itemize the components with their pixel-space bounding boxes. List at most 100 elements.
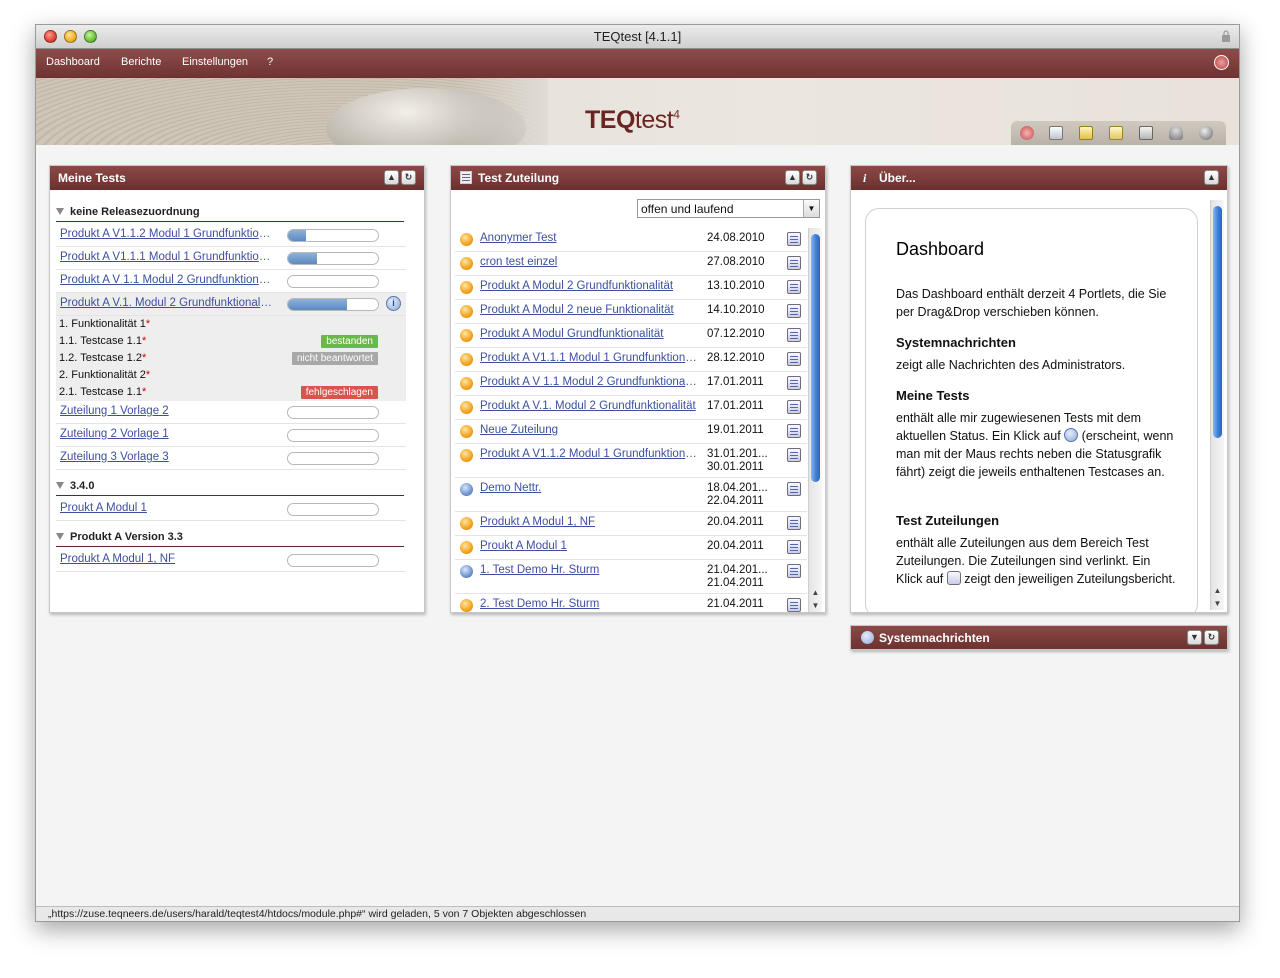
- report-icon[interactable]: [787, 376, 801, 390]
- status-planned-icon: [460, 483, 473, 496]
- expand-triangle-icon: [56, 533, 64, 540]
- section-title: Systemnachrichten: [896, 335, 1016, 350]
- portlet-header[interactable]: Systemnachrichten ▼ ↻: [851, 626, 1227, 649]
- zuteilung-date: 13.10.2010: [707, 280, 765, 292]
- globe-icon[interactable]: [1199, 126, 1213, 140]
- portlet-header[interactable]: i Über... ▲: [851, 166, 1227, 190]
- zuteilung-link[interactable]: 2. Test Demo Hr. Sturm: [480, 598, 697, 610]
- info-icon[interactable]: i: [386, 296, 401, 311]
- test-link[interactable]: Produkt A V.1. Modul 2 Grundfunktionalit…: [60, 297, 274, 309]
- report-icon[interactable]: [787, 564, 801, 578]
- report-icon[interactable]: [787, 516, 801, 530]
- zuteilung-link[interactable]: Produkt A Modul Grundfunktionalität: [480, 328, 697, 340]
- report-icon[interactable]: [787, 280, 801, 294]
- folder-icon[interactable]: [1079, 126, 1093, 140]
- report-icon[interactable]: [787, 304, 801, 318]
- zuteilung-scrollbar[interactable]: ▲ ▼: [808, 228, 822, 612]
- zuteilung-link[interactable]: cron test einzel: [480, 256, 697, 268]
- lock-icon: [1222, 30, 1230, 42]
- test-row-expanded: Produkt A V.1. Modul 2 Grundfunktionalit…: [56, 293, 406, 316]
- test-link[interactable]: Zuteilung 1 Vorlage 2: [60, 405, 274, 417]
- report-icon[interactable]: [787, 424, 801, 438]
- quick-toolbar: [1011, 121, 1226, 145]
- progress-bar: [287, 554, 379, 567]
- scroll-up-arrow-icon[interactable]: ▲: [1211, 584, 1224, 597]
- scroll-down-arrow-icon[interactable]: ▼: [1211, 597, 1224, 610]
- portlet-header[interactable]: Test Zuteilung ▲ ↻: [451, 166, 825, 190]
- copy-icon[interactable]: [1139, 126, 1153, 140]
- report-icon[interactable]: [787, 232, 801, 246]
- zuteilung-row: Produkt A V.1. Modul 2 Grundfunktionalit…: [455, 396, 807, 420]
- zuteilung-link[interactable]: Anonymer Test: [480, 232, 697, 244]
- group-keine-releasezuordnung[interactable]: keine Releasezuordnung: [56, 206, 404, 222]
- expand-button[interactable]: ▼: [1187, 630, 1202, 645]
- zuteilung-link[interactable]: Produkt A Modul 2 neue Funktionalität: [480, 304, 697, 316]
- refresh-button[interactable]: ↻: [802, 170, 817, 185]
- test-link[interactable]: Produkt A V1.1.2 Modul 1 Grundfunktional…: [60, 228, 274, 240]
- refresh-button[interactable]: ↻: [1204, 630, 1219, 645]
- report-icon[interactable]: [787, 400, 801, 414]
- section-title: Test Zuteilungen: [896, 513, 1000, 528]
- scroll-up-arrow-icon[interactable]: ▲: [809, 586, 822, 599]
- about-scrollbar[interactable]: ▲ ▼: [1210, 200, 1224, 610]
- test-link[interactable]: Produkt A Modul 1, NF: [60, 553, 274, 565]
- zuteilung-link[interactable]: Produkt A V 1.1 Modul 2 Grundfunktionali…: [480, 376, 697, 388]
- add-icon[interactable]: [1020, 126, 1034, 140]
- book-icon[interactable]: [1049, 126, 1063, 140]
- group-3-4-0[interactable]: 3.4.0: [56, 480, 404, 496]
- zuteilung-date: 17.01.2011: [707, 376, 764, 388]
- report-icon[interactable]: [787, 352, 801, 366]
- test-link[interactable]: Zuteilung 2 Vorlage 1: [60, 428, 274, 440]
- zuteilung-row: Produkt A Modul 2 neue Funktionalität 14…: [455, 300, 807, 324]
- collapse-button[interactable]: ▲: [1204, 170, 1219, 185]
- test-link[interactable]: Proukt A Modul 1: [60, 502, 274, 514]
- document-icon[interactable]: [1109, 126, 1123, 140]
- menu-einstellungen[interactable]: Einstellungen: [182, 56, 248, 68]
- testcase-row: 1. Funktionalität 1*: [56, 316, 406, 333]
- report-icon[interactable]: [787, 482, 801, 496]
- zuteilung-date: 20.04.2011: [707, 540, 764, 552]
- logout-power-icon[interactable]: [1214, 55, 1229, 70]
- zuteilung-link[interactable]: Produkt A V.1. Modul 2 Grundfunktionalit…: [480, 400, 697, 412]
- testcase-row: 2.1. Testcase 1.1* fehlgeschlagen: [56, 384, 406, 401]
- refresh-button[interactable]: ↻: [401, 170, 416, 185]
- zuteilung-row: 1. Test Demo Hr. Sturm 21.04.201... 21.04…: [455, 560, 807, 594]
- menu-berichte[interactable]: Berichte: [121, 56, 161, 68]
- scrollbar-thumb[interactable]: [1213, 206, 1222, 438]
- status-running-icon: [460, 599, 473, 612]
- progress-fill: [288, 299, 348, 310]
- report-icon[interactable]: [787, 540, 801, 554]
- group-produkt-a-version-3-3[interactable]: Produkt A Version 3.3: [56, 531, 404, 547]
- portlet-header[interactable]: Meine Tests ▲ ↻: [50, 166, 424, 190]
- progress-bar: [287, 503, 379, 516]
- status-filter-select[interactable]: offen und laufend ▼: [637, 199, 820, 218]
- collapse-button[interactable]: ▲: [785, 170, 800, 185]
- about-heading: Dashboard: [896, 239, 985, 259]
- report-icon[interactable]: [787, 328, 801, 342]
- test-link[interactable]: Zuteilung 3 Vorlage 3: [60, 451, 274, 463]
- menu-dashboard[interactable]: Dashboard: [46, 56, 100, 68]
- portlet-test-zuteilung: Test Zuteilung ▲ ↻ offen und laufend ▼ A…: [450, 165, 826, 613]
- user-icon[interactable]: [1169, 126, 1183, 140]
- test-link[interactable]: Produkt A V 1.1 Modul 2 Grundfunktionali…: [60, 274, 274, 286]
- zuteilung-link[interactable]: Proukt A Modul 1: [480, 540, 697, 552]
- progress-bar: [287, 298, 379, 311]
- report-icon[interactable]: [787, 598, 801, 612]
- zuteilung-row: Produkt A Modul 2 Grundfunktionalität 13…: [455, 276, 807, 300]
- report-icon[interactable]: [787, 256, 801, 270]
- scrollbar-thumb[interactable]: [811, 234, 820, 482]
- collapse-button[interactable]: ▲: [384, 170, 399, 185]
- zuteilung-link[interactable]: Produkt A Modul 2 Grundfunktionalität: [480, 280, 697, 292]
- menu-help[interactable]: ?: [267, 56, 273, 68]
- zuteilung-link[interactable]: Produkt A V1.1.2 Modul 1 Grundfunktional…: [480, 448, 697, 460]
- scroll-down-arrow-icon[interactable]: ▼: [809, 599, 822, 612]
- zuteilung-link[interactable]: Demo Nettr.: [480, 482, 697, 494]
- zuteilung-link[interactable]: Produkt A Modul 1, NF: [480, 516, 697, 528]
- status-badge: bestanden: [321, 335, 378, 348]
- zuteilung-link[interactable]: 1. Test Demo Hr. Sturm: [480, 564, 697, 576]
- test-link[interactable]: Produkt A V1.1.1 Modul 1 Grundfunktional…: [60, 251, 274, 263]
- zuteilung-link[interactable]: Produkt A V1.1.1 Modul 1 Grundfunktional…: [480, 352, 697, 364]
- zuteilung-link[interactable]: Neue Zuteilung: [480, 424, 697, 436]
- report-icon[interactable]: [787, 448, 801, 462]
- status-running-icon: [460, 233, 473, 246]
